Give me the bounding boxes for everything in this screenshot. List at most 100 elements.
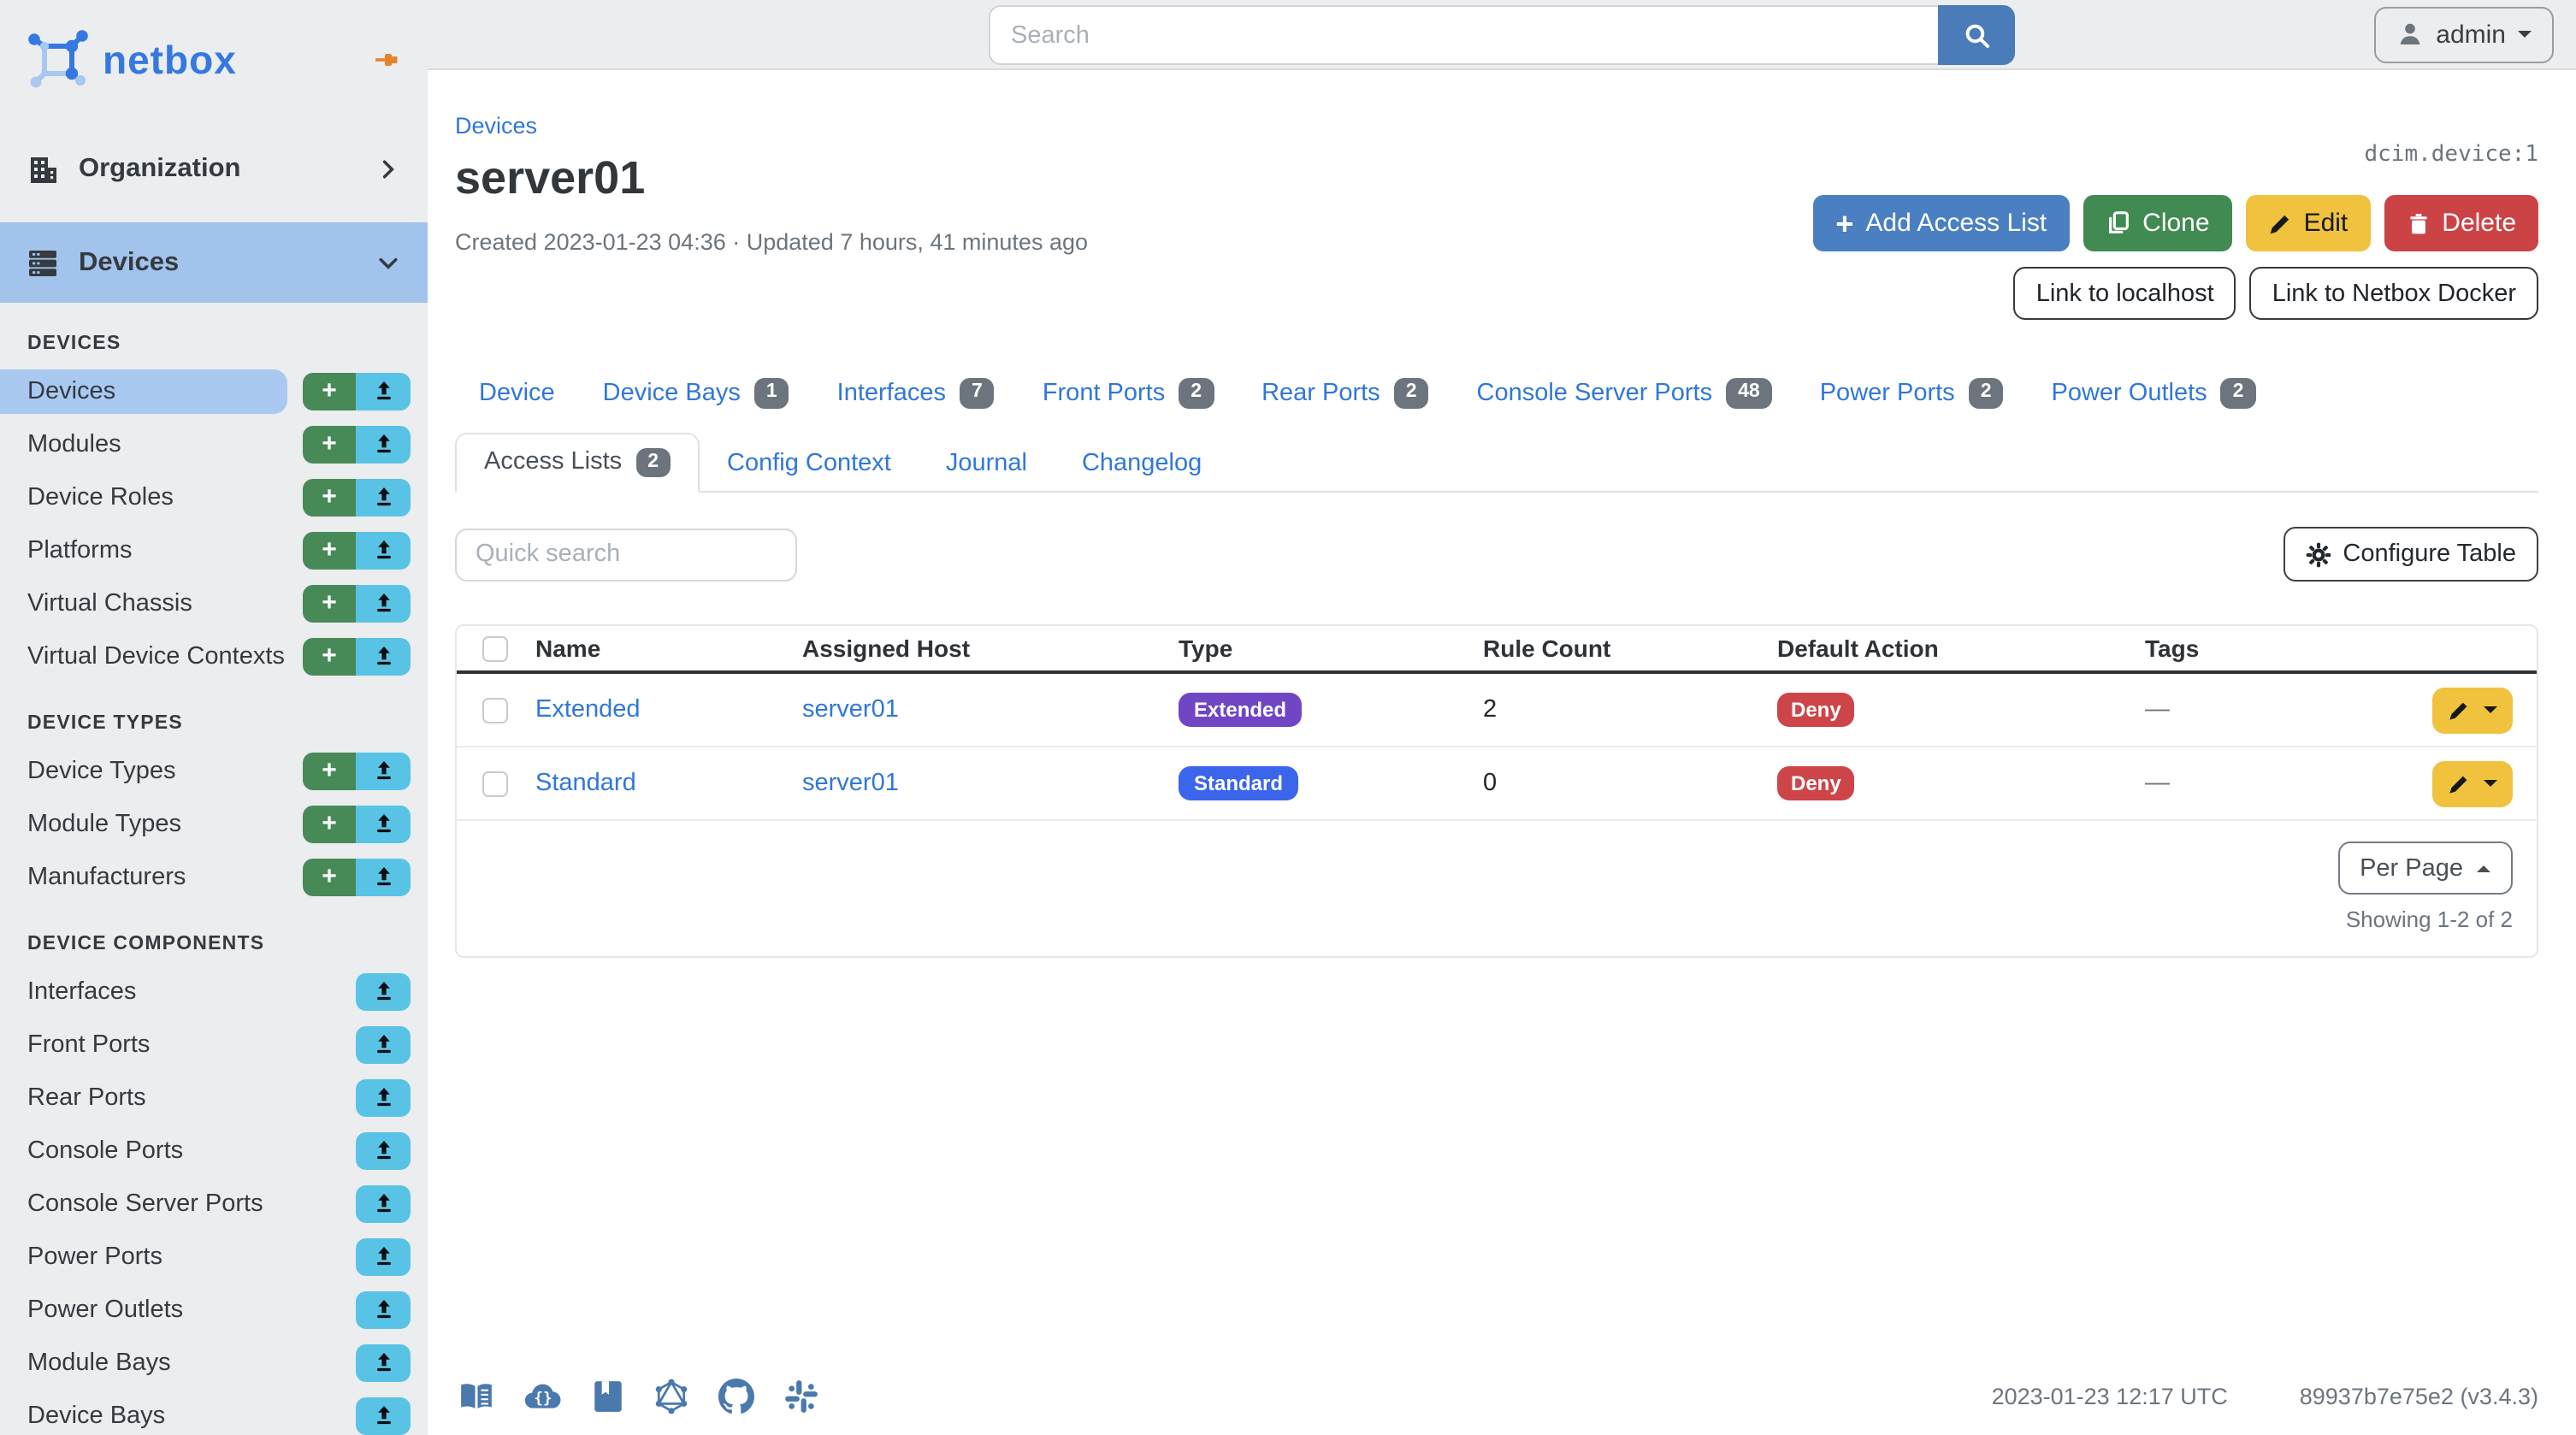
clone-button[interactable]: Clone xyxy=(2083,195,2232,251)
sidebar-item-link[interactable]: Device Types xyxy=(0,748,287,793)
tab-badge: 7 xyxy=(960,378,995,408)
sidebar-item-link[interactable]: Power Outlets xyxy=(0,1287,287,1332)
add-button[interactable]: + xyxy=(303,637,356,675)
import-button[interactable] xyxy=(356,637,411,675)
tab[interactable]: Console Server Ports 48 xyxy=(1453,368,1796,418)
netbox-logo-icon[interactable] xyxy=(27,29,89,91)
sidebar-item-link[interactable]: Platforms xyxy=(0,528,287,572)
tab[interactable]: Interfaces 7 xyxy=(813,368,1019,418)
sidebar-item-link[interactable]: Console Ports xyxy=(0,1128,287,1172)
row-checkbox[interactable] xyxy=(482,697,508,723)
pin-sidebar-icon[interactable] xyxy=(373,46,400,74)
tab[interactable]: Journal xyxy=(919,436,1055,491)
github-icon[interactable] xyxy=(718,1379,754,1414)
add-button[interactable]: + xyxy=(303,805,356,842)
import-button[interactable] xyxy=(356,1397,411,1434)
import-button[interactable] xyxy=(356,1078,411,1116)
assigned-host-link[interactable]: server01 xyxy=(802,770,1179,797)
sidebar-item-link[interactable]: Rear Ports xyxy=(0,1075,287,1119)
import-button[interactable] xyxy=(356,858,411,895)
sidebar-item-link[interactable]: Devices xyxy=(0,369,287,413)
sidebar-item-link[interactable]: Front Ports xyxy=(0,1022,287,1066)
tab[interactable]: Device xyxy=(455,368,579,418)
add-button[interactable]: + xyxy=(303,425,356,463)
acl-name-link[interactable]: Standard xyxy=(535,770,802,797)
sidebar-item-link[interactable]: Device Bays xyxy=(0,1393,287,1435)
quick-search-input[interactable] xyxy=(455,528,797,581)
sidebar-item-link[interactable]: Modules xyxy=(0,422,287,466)
topbar: admin xyxy=(428,0,2576,70)
add-access-list-button[interactable]: + Add Access List xyxy=(1813,195,2070,251)
search-input[interactable] xyxy=(989,5,1938,65)
link-to-localhost-button[interactable]: Link to localhost xyxy=(2013,267,2236,320)
graphql-icon[interactable] xyxy=(653,1379,689,1414)
row-checkbox[interactable] xyxy=(482,771,508,796)
sidebar-section-organization[interactable]: Organization xyxy=(0,137,428,202)
tab[interactable]: Front Ports 2 xyxy=(1019,368,1238,418)
column-header[interactable]: Default Action xyxy=(1777,635,2145,662)
import-button[interactable] xyxy=(356,1025,411,1063)
assigned-host-link[interactable]: server01 xyxy=(802,696,1179,723)
add-button[interactable]: + xyxy=(303,752,356,789)
page-meta: Created 2023-01-23 04:36 · Updated 7 hou… xyxy=(455,229,1088,255)
import-button[interactable] xyxy=(356,805,411,842)
edit-button[interactable]: Edit xyxy=(2245,195,2371,251)
add-button[interactable]: + xyxy=(303,531,356,569)
import-button[interactable] xyxy=(356,972,411,1010)
acl-name-link[interactable]: Extended xyxy=(535,696,802,723)
import-button[interactable] xyxy=(356,425,411,463)
column-header[interactable]: Rule Count xyxy=(1483,635,1777,662)
sidebar-item-link[interactable]: Power Ports xyxy=(0,1234,287,1279)
tab[interactable]: Power Outlets 2 xyxy=(2028,368,2280,418)
sidebar-item-link[interactable]: Manufacturers xyxy=(0,854,287,899)
sidebar-item-link[interactable]: Device Roles xyxy=(0,475,287,519)
import-button[interactable] xyxy=(356,1290,411,1328)
row-edit-dropdown-button[interactable] xyxy=(2432,687,2513,733)
user-menu-button[interactable]: admin xyxy=(2374,6,2554,62)
add-button[interactable]: + xyxy=(303,478,356,516)
import-button[interactable] xyxy=(356,1131,411,1169)
docs-book-icon[interactable] xyxy=(458,1379,494,1414)
api-docs-bookmark-icon[interactable] xyxy=(592,1379,624,1414)
sidebar-section-devices[interactable]: Devices xyxy=(0,222,428,303)
delete-button[interactable]: Delete xyxy=(2384,195,2538,251)
add-button[interactable]: + xyxy=(303,858,356,895)
column-header[interactable]: Type xyxy=(1179,635,1483,662)
sidebar-item-link[interactable]: Interfaces xyxy=(0,969,287,1013)
import-button[interactable] xyxy=(356,584,411,622)
tab[interactable]: Device Bays 1 xyxy=(579,368,813,418)
add-button[interactable]: + xyxy=(303,584,356,622)
import-button[interactable] xyxy=(356,1237,411,1275)
import-button[interactable] xyxy=(356,1343,411,1381)
sidebar-item-link[interactable]: Virtual Chassis xyxy=(0,581,287,625)
sidebar-item-link[interactable]: Console Server Ports xyxy=(0,1181,287,1225)
link-to-netbox-docker-button[interactable]: Link to Netbox Docker xyxy=(2249,267,2538,320)
add-button[interactable]: + xyxy=(303,372,356,410)
import-button[interactable] xyxy=(356,372,411,410)
breadcrumb-devices-link[interactable]: Devices xyxy=(455,113,537,139)
default-action-badge: Deny xyxy=(1777,693,1855,727)
import-button[interactable] xyxy=(356,752,411,789)
select-all-checkbox[interactable] xyxy=(482,635,508,661)
column-header[interactable]: Name xyxy=(535,635,802,662)
tab[interactable]: Power Ports 2 xyxy=(1796,368,2028,418)
logo-text[interactable]: netbox xyxy=(103,37,237,83)
sidebar-item-link[interactable]: Module Types xyxy=(0,801,287,846)
slack-icon[interactable] xyxy=(783,1379,819,1414)
rest-api-cloud-icon[interactable]: {} xyxy=(523,1379,563,1414)
row-edit-dropdown-button[interactable] xyxy=(2432,760,2513,806)
import-button[interactable] xyxy=(356,478,411,516)
sidebar-item-link[interactable]: Module Bays xyxy=(0,1340,287,1385)
sidebar-item-link[interactable]: Virtual Device Contexts xyxy=(0,634,287,678)
tab[interactable]: Rear Ports 2 xyxy=(1238,368,1452,418)
column-header[interactable]: Tags xyxy=(2145,635,2402,662)
per-page-button[interactable]: Per Page xyxy=(2337,842,2513,895)
search-button[interactable] xyxy=(1938,5,2015,65)
column-header[interactable]: Assigned Host xyxy=(802,635,1179,662)
tab[interactable]: Config Context xyxy=(700,436,919,491)
tab[interactable]: Access Lists 2 xyxy=(455,432,700,493)
configure-table-button[interactable]: Configure Table xyxy=(2283,527,2538,582)
tab[interactable]: Changelog xyxy=(1055,436,1229,491)
import-button[interactable] xyxy=(356,531,411,569)
import-button[interactable] xyxy=(356,1184,411,1222)
